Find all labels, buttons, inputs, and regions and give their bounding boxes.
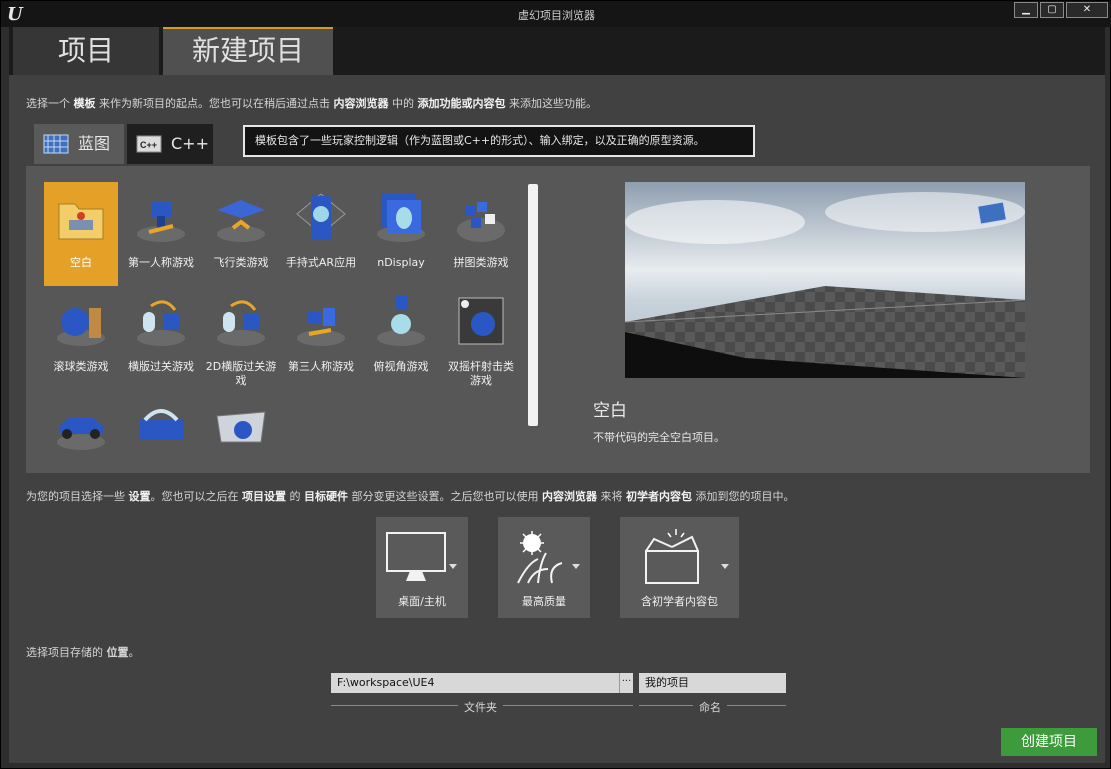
tab-blueprint-label: 蓝图 (78, 134, 111, 153)
template-tooltip: 模板包含了一些玩家控制逻辑（作为蓝图或C++的形式）、输入绑定，以及正确的原型资… (243, 125, 755, 157)
folder-path-input[interactable]: F:\workspace\UE4 (331, 673, 619, 693)
project-browser-window: U 虚幻项目浏览器 ▁ ▢ ✕ 项目 新建项目 选择一个 模板 来作为新项目的起… (0, 0, 1111, 769)
flying-icon (217, 200, 265, 242)
chevron-down-icon (572, 564, 580, 569)
template-third-person[interactable]: 第三人称游戏 (284, 286, 358, 390)
template-vr[interactable] (124, 390, 198, 456)
first-person-icon (137, 202, 185, 242)
template-label: 滚球类游戏 (53, 360, 109, 373)
top-down-icon (377, 296, 425, 346)
template-top-down[interactable]: 俯视角游戏 (364, 286, 438, 390)
template-label: 横版过关游戏 (128, 360, 194, 373)
name-label: 命名 (693, 699, 727, 715)
folder-label: 文件夹 (458, 699, 503, 715)
puzzle-icon (457, 202, 505, 242)
third-person-icon (297, 308, 345, 346)
tab-new-project[interactable]: 新建项目 (163, 27, 333, 75)
browse-folder-button[interactable]: ··· (619, 673, 633, 693)
vr-headset-icon (139, 409, 183, 440)
selected-template-description: 不带代码的完全空白项目。 (593, 431, 725, 444)
folder-icon (58, 203, 104, 240)
chevron-down-icon (721, 564, 729, 569)
svg-text:C++: C++ (140, 140, 157, 150)
monitor-icon (386, 532, 446, 581)
quality-icon (517, 531, 563, 584)
template-vehicle-advanced[interactable] (204, 390, 278, 456)
starter-box-icon (645, 529, 699, 584)
quality-dropdown[interactable]: 最高质量 (498, 517, 590, 618)
cpp-icon: C++ (136, 135, 162, 153)
template-ndisplay[interactable]: nDisplay (364, 182, 438, 286)
new-project-panel: 选择一个 模板 来作为新项目的起点。您也可以在稍后通过点击 内容浏览器 中的 添… (9, 75, 1105, 763)
template-label: 飞行类游戏 (213, 256, 269, 269)
chevron-down-icon (449, 564, 457, 569)
template-label: 2D横版过关游戏 (205, 360, 277, 387)
tab-cpp-label: C++ (171, 134, 209, 153)
template-blank[interactable]: 空白 (44, 182, 118, 286)
twin-stick-icon (458, 297, 504, 345)
setting-label: 含初学者内容包 (641, 595, 718, 608)
2d-side-scroller-icon (217, 300, 265, 346)
vehicle-icon (57, 418, 105, 450)
template-flying[interactable]: 飞行类游戏 (204, 182, 278, 286)
selected-template-title: 空白 (593, 401, 627, 421)
template-label: 第一人称游戏 (128, 256, 194, 269)
handheld-ar-icon (296, 193, 346, 240)
template-grid: 空白 第一人称游戏 飞行类游戏 手持式AR应用 nDisplay 拼图类游戏 滚… (42, 180, 526, 456)
template-first-person[interactable]: 第一人称游戏 (124, 182, 198, 286)
template-preview-image (625, 182, 1025, 378)
target-hardware-dropdown[interactable]: 桌面/主机 (376, 517, 468, 618)
setting-label: 最高质量 (522, 595, 566, 608)
template-label: 俯视角游戏 (373, 360, 429, 373)
location-intro-text: 选择项目存储的 位置。 (26, 646, 140, 659)
title-bar: U 虚幻项目浏览器 ▁ ▢ ✕ (1, 1, 1111, 27)
template-label: nDisplay (377, 256, 425, 269)
tab-blueprint[interactable]: 蓝图 (34, 124, 124, 164)
template-vehicle[interactable] (44, 390, 118, 456)
vehicle-advanced-icon (216, 411, 266, 443)
setting-label: 桌面/主机 (398, 595, 446, 608)
minimize-button[interactable]: ▁ (1014, 2, 1038, 18)
template-rolling[interactable]: 滚球类游戏 (44, 286, 118, 390)
starter-content-dropdown[interactable]: 含初学者内容包 (620, 517, 739, 618)
template-label: 双摇杆射击类游戏 (448, 360, 514, 387)
close-button[interactable]: ✕ (1066, 2, 1108, 18)
template-side-scroller[interactable]: 横版过关游戏 (124, 286, 198, 390)
maximize-button[interactable]: ▢ (1040, 2, 1064, 18)
template-2d-side-scroller[interactable]: 2D横版过关游戏 (204, 286, 278, 390)
template-intro-text: 选择一个 模板 来作为新项目的起点。您也可以在稍后通过点击 内容浏览器 中的 添… (26, 97, 597, 110)
template-scrollbar[interactable] (528, 184, 538, 426)
tab-cpp[interactable]: C++ C++ (127, 124, 213, 164)
template-handheld-ar[interactable]: 手持式AR应用 (284, 182, 358, 286)
create-project-button[interactable]: 创建项目 (1001, 728, 1097, 756)
rolling-icon (57, 308, 105, 346)
tab-projects[interactable]: 项目 (13, 27, 159, 75)
main-tab-bar: 项目 新建项目 (9, 27, 1105, 75)
template-label: 第三人称游戏 (288, 360, 354, 373)
template-label: 拼图类游戏 (453, 256, 509, 269)
window-title: 虚幻项目浏览器 (518, 9, 595, 22)
blueprint-icon (43, 134, 69, 154)
template-panel: 空白 第一人称游戏 飞行类游戏 手持式AR应用 nDisplay 拼图类游戏 滚… (26, 166, 1090, 473)
template-puzzle[interactable]: 拼图类游戏 (444, 182, 518, 286)
template-twin-stick[interactable]: 双摇杆射击类游戏 (444, 286, 518, 390)
preview-scene (625, 182, 1025, 378)
side-scroller-icon (137, 300, 185, 346)
ndisplay-icon (377, 194, 425, 242)
template-label: 手持式AR应用 (285, 256, 357, 269)
settings-intro-text: 为您的项目选择一些 设置。您也可以之后在 项目设置 的 目标硬件 部分变更这些设… (26, 490, 795, 503)
template-label: 空白 (70, 256, 92, 269)
blueprint-icon (977, 201, 1007, 225)
project-name-input[interactable]: 我的项目 (639, 673, 786, 693)
